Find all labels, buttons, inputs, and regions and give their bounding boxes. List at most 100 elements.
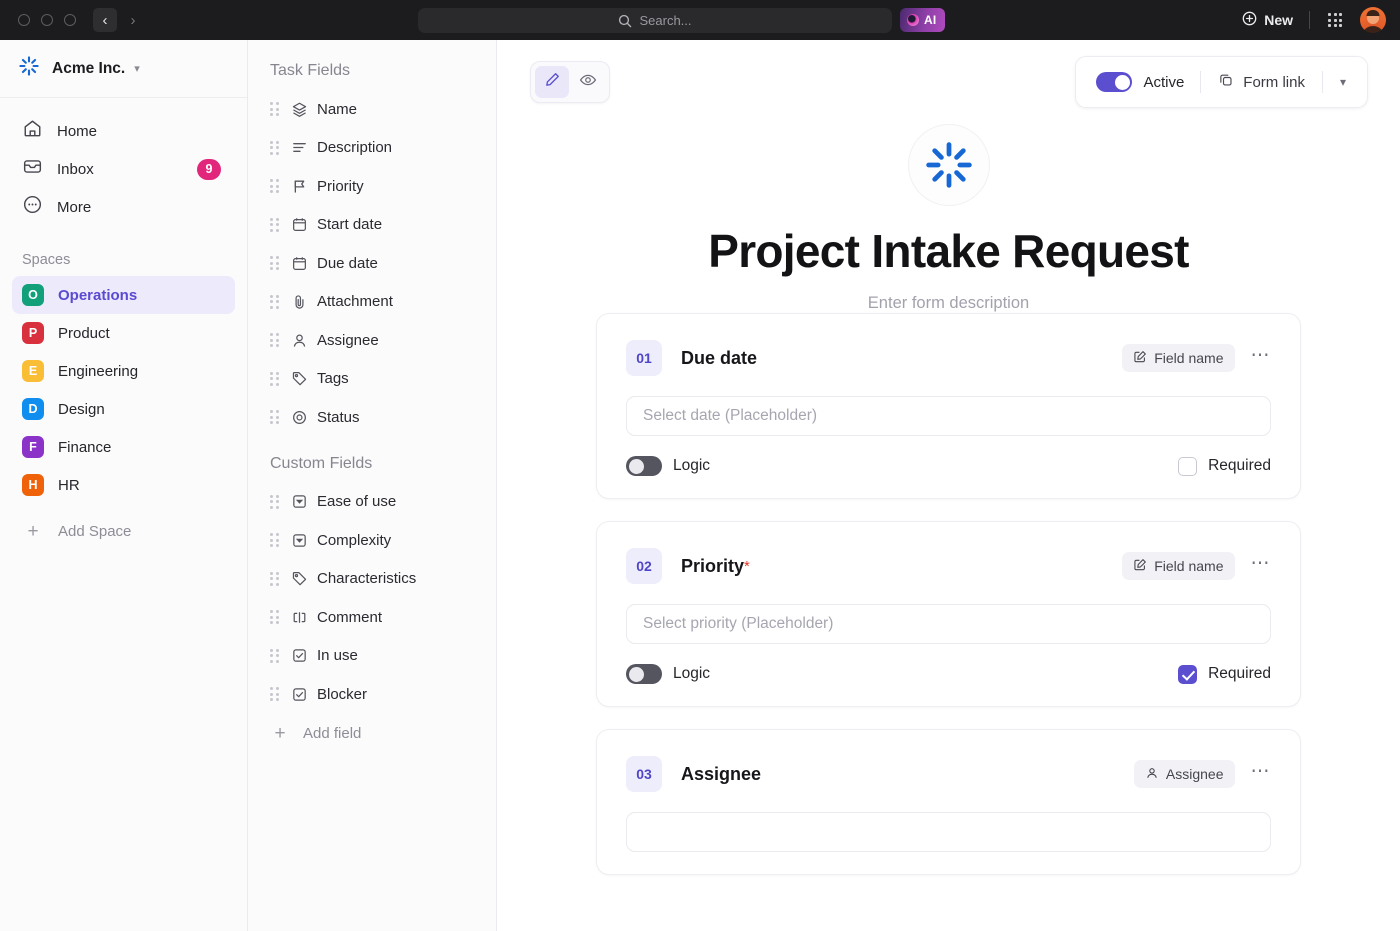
required-group[interactable]: Required bbox=[1178, 457, 1271, 476]
field-item-attachment[interactable]: Attachment bbox=[248, 283, 496, 322]
edit-mode-button[interactable] bbox=[535, 66, 569, 98]
form-logo[interactable] bbox=[908, 124, 990, 206]
preview-mode-button[interactable] bbox=[571, 66, 605, 98]
drag-handle-icon[interactable] bbox=[270, 295, 281, 309]
close-window-dot[interactable] bbox=[18, 14, 30, 26]
add-field-button[interactable]: + Add field bbox=[248, 714, 496, 754]
back-button[interactable]: ‹ bbox=[93, 8, 117, 32]
sidebar-item-finance[interactable]: F Finance bbox=[12, 428, 235, 466]
drag-handle-icon[interactable] bbox=[270, 179, 281, 193]
form-link-button[interactable]: Form link bbox=[1201, 72, 1322, 92]
field-item-status[interactable]: Status bbox=[248, 398, 496, 437]
required-group[interactable]: Required bbox=[1178, 665, 1271, 684]
required-checkbox[interactable] bbox=[1178, 665, 1197, 684]
add-space-button[interactable]: + Add Space bbox=[12, 512, 235, 550]
drag-handle-icon[interactable] bbox=[270, 495, 281, 509]
field-name-chip[interactable]: Field name bbox=[1122, 552, 1234, 580]
forward-button[interactable]: › bbox=[121, 8, 145, 32]
left-sidebar: Acme Inc. ▾ Home bbox=[0, 40, 248, 931]
drag-handle-icon[interactable] bbox=[270, 256, 281, 270]
sidebar-item-operations[interactable]: O Operations bbox=[12, 276, 235, 314]
custom-field-item-ease-of-use[interactable]: Ease of use bbox=[248, 483, 496, 522]
custom-field-item-in-use[interactable]: In use bbox=[248, 637, 496, 676]
field-item-start-date[interactable]: Start date bbox=[248, 206, 496, 245]
grid-apps-icon[interactable] bbox=[1310, 13, 1360, 27]
maximize-window-dot[interactable] bbox=[64, 14, 76, 26]
card-menu-button[interactable]: ⋯ bbox=[1251, 554, 1272, 579]
drag-handle-icon[interactable] bbox=[270, 610, 281, 624]
sidebar-item-product[interactable]: P Product bbox=[12, 314, 235, 352]
field-label: Ease of use bbox=[317, 493, 396, 510]
custom-field-item-characteristics[interactable]: Characteristics bbox=[248, 560, 496, 599]
field-item-tags[interactable]: Tags bbox=[248, 360, 496, 399]
field-title[interactable]: Due date bbox=[681, 348, 757, 369]
sidebar-item-hr[interactable]: H HR bbox=[12, 466, 235, 504]
field-item-assignee[interactable]: Assignee bbox=[248, 321, 496, 360]
sidebar-item-more[interactable]: More bbox=[12, 188, 235, 226]
logic-toggle[interactable] bbox=[626, 456, 662, 476]
card-menu-button[interactable]: ⋯ bbox=[1251, 346, 1272, 371]
card-footer: Logic Required bbox=[626, 456, 1271, 476]
new-button[interactable]: New bbox=[1242, 11, 1309, 29]
field-item-priority[interactable]: Priority bbox=[248, 167, 496, 206]
form-options-caret[interactable]: ▾ bbox=[1323, 75, 1363, 89]
field-label: Priority bbox=[317, 178, 364, 195]
field-item-name[interactable]: Name bbox=[248, 90, 496, 129]
logic-toggle[interactable] bbox=[626, 664, 662, 684]
inbox-badge: 9 bbox=[197, 159, 221, 180]
logic-label: Logic bbox=[673, 457, 710, 475]
field-label: Complexity bbox=[317, 532, 391, 549]
required-checkbox[interactable] bbox=[1178, 457, 1197, 476]
spaces-section-label: Spaces bbox=[0, 226, 247, 276]
assignee-chip[interactable]: Assignee bbox=[1134, 760, 1235, 788]
sidebar-item-design[interactable]: D Design bbox=[12, 390, 235, 428]
ai-label: AI bbox=[924, 13, 936, 27]
drag-handle-icon[interactable] bbox=[270, 141, 281, 155]
drag-handle-icon[interactable] bbox=[270, 572, 281, 586]
drag-handle-icon[interactable] bbox=[270, 687, 281, 701]
sidebar-item-home[interactable]: Home bbox=[12, 112, 235, 150]
form-description[interactable]: Enter form description bbox=[497, 294, 1400, 313]
drag-handle-icon[interactable] bbox=[270, 410, 281, 424]
field-item-description[interactable]: Description bbox=[248, 129, 496, 168]
field-input[interactable]: Select priority (Placeholder) bbox=[626, 604, 1271, 644]
eye-icon bbox=[579, 71, 597, 94]
field-input[interactable] bbox=[626, 812, 1271, 852]
add-field-label: Add field bbox=[303, 725, 361, 742]
sidebar-item-engineering[interactable]: E Engineering bbox=[12, 352, 235, 390]
drag-handle-icon[interactable] bbox=[270, 333, 281, 347]
field-name-chip[interactable]: Field name bbox=[1122, 344, 1234, 372]
drag-handle-icon[interactable] bbox=[270, 102, 281, 116]
copy-icon bbox=[1218, 72, 1234, 92]
avatar[interactable] bbox=[1360, 7, 1386, 33]
logic-label: Logic bbox=[673, 665, 710, 683]
sidebar-item-inbox[interactable]: Inbox 9 bbox=[12, 150, 235, 188]
minimize-window-dot[interactable] bbox=[41, 14, 53, 26]
pencil-icon bbox=[544, 71, 561, 93]
sidebar-item-label: More bbox=[57, 199, 91, 216]
custom-field-item-complexity[interactable]: Complexity bbox=[248, 521, 496, 560]
drag-handle-icon[interactable] bbox=[270, 218, 281, 232]
active-toggle[interactable] bbox=[1096, 72, 1132, 92]
custom-field-item-comment[interactable]: Comment bbox=[248, 598, 496, 637]
card-menu-button[interactable]: ⋯ bbox=[1251, 762, 1272, 787]
field-input[interactable]: Select date (Placeholder) bbox=[626, 396, 1271, 436]
app-window: ‹ › Search... AI New bbox=[0, 0, 1400, 931]
custom-field-item-blocker[interactable]: Blocker bbox=[248, 675, 496, 714]
ai-button[interactable]: AI bbox=[900, 8, 945, 32]
field-title[interactable]: Priority bbox=[681, 556, 744, 577]
drag-handle-icon[interactable] bbox=[270, 372, 281, 386]
field-item-due-date[interactable]: Due date bbox=[248, 244, 496, 283]
plus-circle-icon bbox=[1242, 11, 1257, 29]
field-title[interactable]: Assignee bbox=[681, 764, 761, 785]
drag-handle-icon[interactable] bbox=[270, 649, 281, 663]
search-input[interactable]: Search... bbox=[418, 8, 892, 33]
tag-icon bbox=[281, 570, 317, 587]
workspace-switcher[interactable]: Acme Inc. ▾ bbox=[0, 40, 247, 98]
page-title[interactable]: Project Intake Request bbox=[497, 224, 1400, 278]
field-label: Due date bbox=[317, 255, 378, 272]
sidebar-nav: Home Inbox 9 bbox=[0, 98, 247, 226]
field-number-badge: 02 bbox=[626, 548, 662, 584]
drag-handle-icon[interactable] bbox=[270, 533, 281, 547]
space-initial-badge: F bbox=[22, 436, 44, 458]
